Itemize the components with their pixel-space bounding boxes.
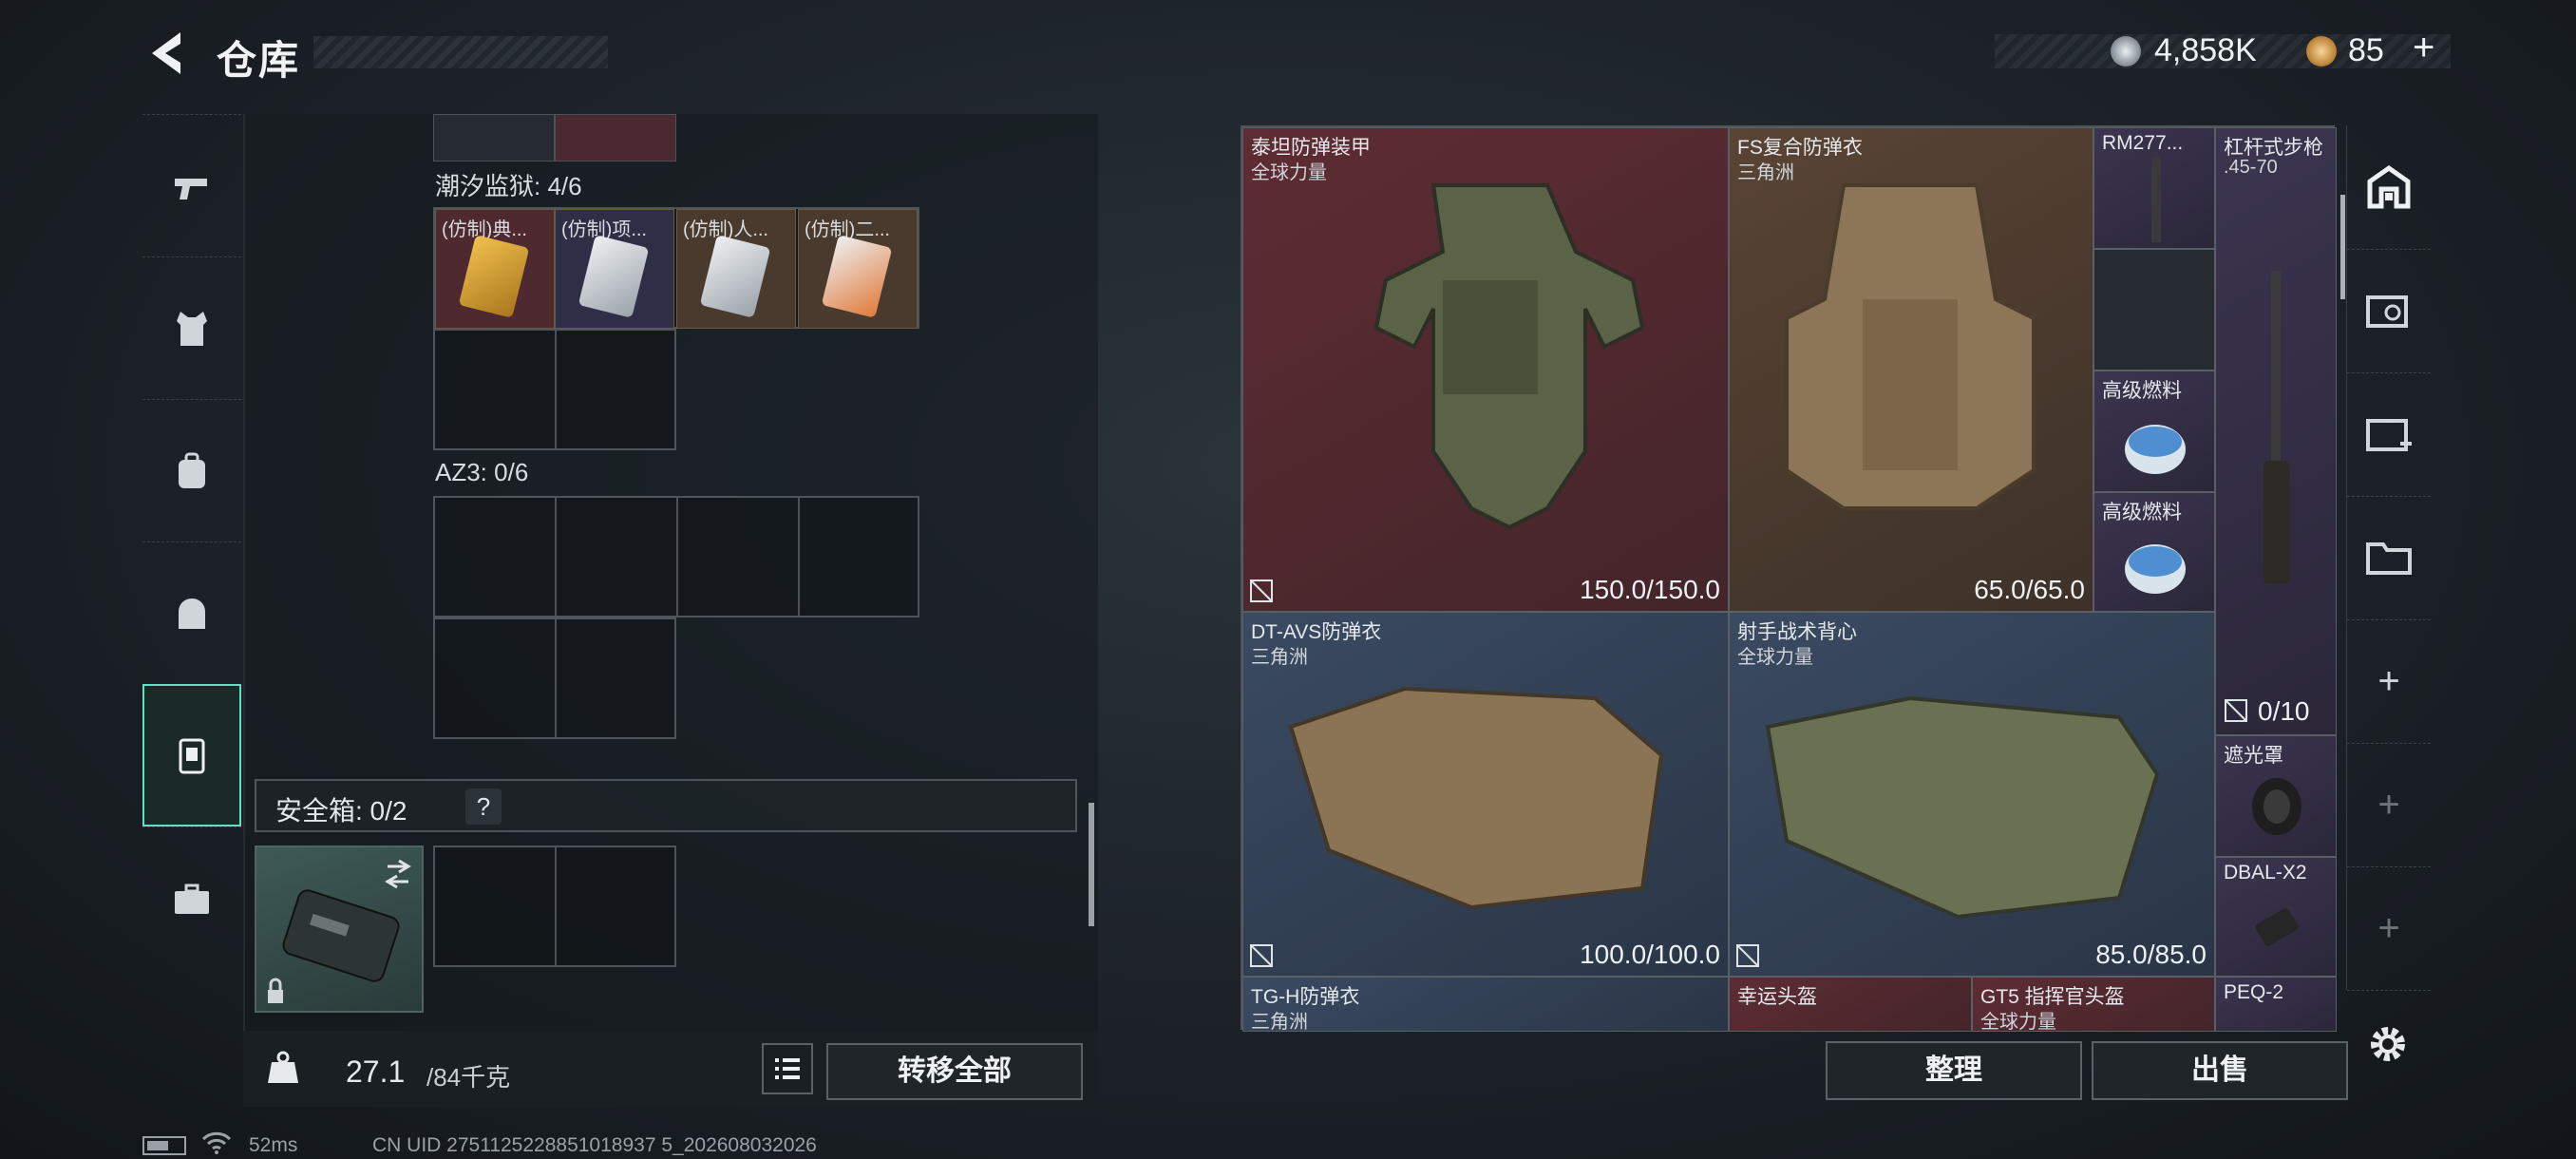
inventory-item[interactable]: (仿制)典... bbox=[435, 209, 555, 329]
pouch-icon bbox=[179, 598, 205, 629]
armor-image bbox=[1765, 695, 2160, 920]
sidebar-item-pouch[interactable] bbox=[142, 542, 241, 685]
sidebar-item-safebox[interactable] bbox=[142, 684, 241, 826]
item-rm277[interactable]: RM277... bbox=[2093, 127, 2215, 249]
backpack-icon bbox=[179, 452, 205, 488]
empty-slot[interactable] bbox=[2093, 249, 2215, 370]
section-label-tide-prison: 潮汐监狱: 4/6 bbox=[435, 172, 582, 200]
inventory-item[interactable]: (仿制)项... bbox=[555, 209, 674, 329]
item-titan-armor[interactable]: 泰坦防弹装甲 全球力量 150.0/150.0 bbox=[1242, 127, 1729, 612]
item-tg-h-vest[interactable]: TG-H防弹衣 三角洲 bbox=[1242, 977, 1729, 1032]
wifi-icon bbox=[201, 1131, 232, 1154]
laser-module-image bbox=[2255, 908, 2299, 946]
item-premium-fuel[interactable]: 高级燃料 bbox=[2093, 370, 2215, 492]
sort-button[interactable]: 整理 bbox=[1826, 1041, 2082, 1100]
user-uid: CN UID 2751125228851018937 5_20260803202… bbox=[372, 1134, 817, 1156]
sidebar-item-armor[interactable] bbox=[142, 256, 241, 400]
section-label-az3: AZ3: 0/6 bbox=[435, 458, 529, 486]
ping-value: 52ms bbox=[249, 1134, 298, 1156]
item-peq-2[interactable]: PEQ-2 bbox=[2215, 977, 2337, 1032]
sidebar-item-toolbox[interactable] bbox=[142, 826, 241, 970]
gold-coin-icon bbox=[2306, 36, 2337, 66]
right-scrollbar[interactable] bbox=[2340, 195, 2345, 299]
collectible-card-icon bbox=[699, 235, 771, 318]
battery-icon bbox=[142, 1136, 186, 1155]
rifle-image bbox=[2263, 271, 2290, 584]
title-decoration bbox=[313, 36, 608, 68]
previous-container-grid bbox=[433, 114, 676, 162]
help-button[interactable]: ? bbox=[465, 788, 502, 825]
pistol-icon bbox=[175, 179, 207, 200]
sidebar-item-backpack[interactable] bbox=[142, 399, 241, 542]
fuel-can-image bbox=[2125, 425, 2186, 474]
vest-icon bbox=[177, 312, 207, 346]
item-dbal-x2[interactable]: DBAL-X2 bbox=[2215, 857, 2337, 977]
item-shooter-tactical-vest[interactable]: 射手战术背心 全球力量 85.0/85.0 bbox=[1729, 612, 2215, 977]
list-view-button[interactable] bbox=[762, 1043, 813, 1094]
armor-image bbox=[1785, 183, 2036, 510]
az3-grid-row2[interactable] bbox=[433, 618, 676, 739]
add-currency-button[interactable]: + bbox=[2413, 27, 2434, 69]
item-lever-action-rifle[interactable]: 杠杆式步枪 .45-70 0/10 bbox=[2215, 127, 2337, 735]
weight-capacity: /84千克 bbox=[426, 1063, 511, 1092]
item-lens-hood[interactable]: 遮光罩 bbox=[2215, 735, 2337, 857]
currency-silver-value: 4,858K bbox=[2154, 32, 2257, 68]
fuel-can-image bbox=[2125, 544, 2186, 594]
armor-image bbox=[1288, 686, 1664, 910]
collectible-card-icon bbox=[578, 235, 650, 318]
sidebar-item-weapons[interactable] bbox=[142, 114, 241, 257]
add-storage-button[interactable]: + bbox=[2347, 743, 2431, 867]
warehouse-toolbar: + + + bbox=[2346, 125, 2431, 991]
weapon-part-image bbox=[2151, 157, 2161, 242]
warehouse-icon bbox=[2367, 164, 2411, 209]
storage-add-icon bbox=[2366, 419, 2412, 451]
tide-prison-empty-slots[interactable] bbox=[433, 329, 676, 450]
left-scrollbar[interactable] bbox=[1089, 803, 1094, 926]
no-image-icon bbox=[1250, 580, 1273, 602]
no-image-icon bbox=[1736, 944, 1759, 967]
safebox-case-item[interactable] bbox=[255, 846, 424, 1013]
item-fs-composite-vest[interactable]: FS复合防弹衣 三角洲 65.0/65.0 bbox=[1729, 127, 2093, 612]
item-premium-fuel[interactable]: 高级燃料 bbox=[2093, 492, 2215, 612]
weight-icon bbox=[268, 1051, 298, 1083]
item-gt5-commander-helmet[interactable]: GT5 指挥官头盔 全球力量 bbox=[1972, 977, 2215, 1032]
add-storage-button[interactable]: + bbox=[2347, 866, 2431, 991]
secure-case-icon bbox=[268, 859, 411, 1003]
weight-value: 27.1 bbox=[346, 1054, 406, 1089]
toolbox-icon bbox=[175, 884, 209, 914]
inventory-item[interactable]: (仿制)二... bbox=[798, 209, 918, 329]
item-lucky-helmet[interactable]: 幸运头盔 bbox=[1729, 977, 1972, 1032]
currency-gold-value: 85 bbox=[2348, 32, 2384, 68]
list-icon bbox=[775, 1058, 800, 1079]
storage-add-button[interactable] bbox=[2347, 372, 2431, 497]
settings-gear-icon[interactable] bbox=[2365, 1021, 2411, 1067]
storage-folder-icon bbox=[2366, 542, 2412, 575]
storage-search-icon bbox=[2366, 295, 2408, 328]
lens-hood-image bbox=[2252, 778, 2301, 835]
page-title: 仓库 bbox=[217, 38, 301, 83]
inventory-item[interactable]: (仿制)人... bbox=[676, 209, 796, 329]
back-button[interactable] bbox=[142, 27, 190, 80]
collectible-card-icon bbox=[458, 235, 530, 318]
no-image-icon bbox=[1250, 944, 1273, 967]
storage-search-button[interactable] bbox=[2347, 249, 2431, 373]
no-image-icon bbox=[2225, 699, 2247, 722]
item-dt-avs-vest[interactable]: DT-AVS防弹衣 三角洲 100.0/100.0 bbox=[1242, 612, 1729, 977]
add-storage-button[interactable]: + bbox=[2347, 619, 2431, 744]
safebox-label: 安全箱: 0/2 bbox=[275, 796, 407, 826]
transfer-all-button[interactable]: 转移全部 bbox=[826, 1043, 1083, 1100]
back-arrow-icon bbox=[152, 32, 180, 74]
warehouse-home-button[interactable] bbox=[2347, 125, 2431, 250]
az3-grid-row1[interactable] bbox=[433, 496, 919, 618]
warehouse-grid: 泰坦防弹装甲 全球力量 150.0/150.0 FS复合防弹衣 三角洲 65.0… bbox=[1241, 125, 2337, 1032]
armor-image bbox=[1373, 183, 1645, 530]
collectible-card-icon bbox=[821, 235, 893, 318]
safebox-icon bbox=[179, 738, 205, 774]
storage-folder-button[interactable] bbox=[2347, 496, 2431, 620]
category-sidebar bbox=[142, 114, 245, 1083]
silver-coin-icon bbox=[2111, 36, 2141, 66]
safebox-empty-slots[interactable] bbox=[433, 846, 676, 967]
sell-button[interactable]: 出售 bbox=[2092, 1041, 2348, 1100]
